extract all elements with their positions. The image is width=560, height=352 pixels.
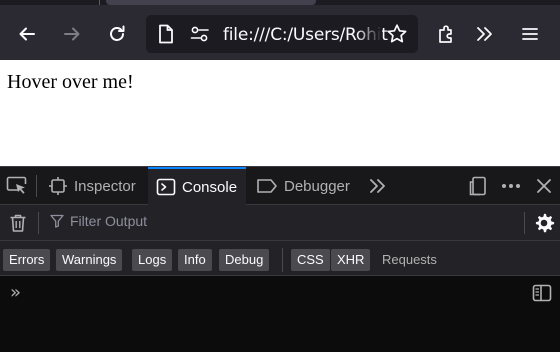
inspector-icon (49, 177, 67, 195)
arrow-left-icon (19, 27, 35, 41)
reload-icon (110, 25, 125, 41)
chevrons-icon (370, 179, 385, 193)
active-tab[interactable] (106, 0, 316, 5)
hover-text[interactable]: Hover over me! (7, 71, 134, 94)
puzzle-icon (439, 25, 452, 43)
tab-inspector[interactable]: Inspector (44, 167, 140, 205)
document-icon[interactable] (158, 24, 174, 44)
reload-button[interactable] (103, 20, 131, 48)
console-icon (156, 178, 176, 196)
arrow-right-icon (64, 27, 80, 41)
sidebar-toggle-icon (532, 284, 552, 302)
gear-icon (535, 213, 555, 233)
devtools-panel: Inspector Console Debugger Filter Output… (0, 166, 560, 352)
tab-separator (99, 0, 100, 5)
devtools-toolbar: Inspector Console Debugger (0, 167, 560, 205)
filter-info-button[interactable]: Info (178, 249, 212, 271)
clear-console-button[interactable] (8, 213, 28, 238)
page-content: Hover over me! (0, 60, 560, 166)
trash-icon (10, 214, 26, 232)
console-output[interactable]: » (0, 276, 560, 352)
url-fade (356, 15, 382, 53)
filter-requests-button[interactable]: Requests (376, 249, 443, 271)
filter-logs-button[interactable]: Logs (132, 249, 173, 271)
filter-xhr-button[interactable]: XHR (331, 249, 371, 271)
tab-label: Console (182, 178, 238, 196)
filter-divider (38, 212, 39, 234)
filter-css-button[interactable]: CSS (291, 249, 330, 271)
overflow-button[interactable] (470, 20, 498, 48)
more-tools-button[interactable] (368, 177, 388, 200)
close-devtools-button[interactable] (535, 177, 553, 200)
element-picker-button[interactable] (6, 176, 28, 201)
level-divider (282, 248, 283, 272)
close-icon (537, 179, 551, 193)
console-settings-button[interactable] (533, 212, 555, 239)
tab-console[interactable]: Console (148, 167, 246, 205)
tab-debugger[interactable]: Debugger (256, 167, 350, 205)
permissions-icon[interactable] (190, 25, 210, 43)
back-button[interactable] (13, 20, 41, 48)
filter-errors-button[interactable]: Errors (3, 249, 51, 271)
forward-button[interactable] (58, 20, 86, 48)
filter-icon (50, 214, 64, 228)
pick-element-icon (6, 176, 27, 194)
browser-toolbar: file:///C:/Users/Rohit (0, 0, 560, 60)
responsive-design-icon (469, 176, 486, 196)
editor-mode-button[interactable] (532, 284, 552, 307)
filter-debug-button[interactable]: Debug (219, 249, 270, 271)
url-bar[interactable]: file:///C:/Users/Rohit (146, 15, 418, 53)
filter-placeholder: Filter Output (70, 213, 148, 229)
toolbar-divider (36, 175, 37, 197)
debugger-icon (257, 179, 277, 193)
console-prompt[interactable]: » (10, 282, 21, 303)
settings-divider (524, 212, 525, 234)
extensions-button[interactable] (432, 20, 460, 48)
menu-button[interactable] (516, 20, 544, 48)
star-icon[interactable] (386, 23, 408, 45)
chevrons-icon (477, 27, 492, 41)
filter-bar: Filter Output (0, 205, 560, 241)
more-options-icon (502, 184, 520, 188)
filter-input[interactable]: Filter Output (50, 213, 147, 229)
tab-strip (0, 0, 560, 5)
tab-label: Inspector (74, 177, 136, 195)
tab-label: Debugger (284, 177, 350, 195)
hamburger-icon (522, 28, 538, 40)
options-button[interactable] (500, 176, 522, 201)
log-level-bar: Errors Warnings Logs Info Debug CSS XHR … (0, 241, 560, 276)
filter-warnings-button[interactable]: Warnings (56, 249, 123, 271)
responsive-design-button[interactable] (468, 176, 488, 201)
